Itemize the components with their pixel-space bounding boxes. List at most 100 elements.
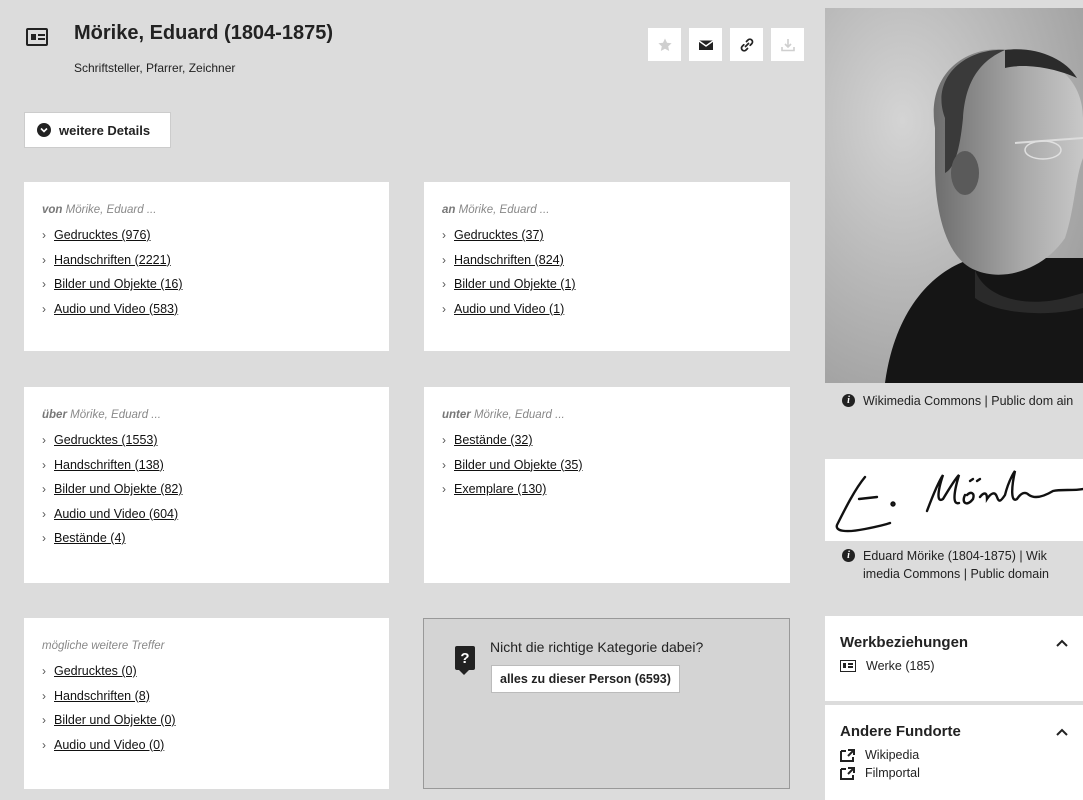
list-item[interactable]: › Handschriften (2221) bbox=[42, 253, 373, 268]
list-item[interactable]: › Bilder und Objekte (16) bbox=[42, 277, 373, 292]
category-link[interactable]: Bilder und Objekte (35) bbox=[454, 458, 583, 473]
signature-caption: i Eduard Mörike (1804-1875) | Wik imedia… bbox=[842, 547, 1082, 583]
link-icon bbox=[740, 37, 753, 52]
question-icon: ? bbox=[455, 646, 475, 675]
chevron-right-icon: › bbox=[42, 301, 46, 316]
list-item[interactable]: › Bilder und Objekte (1) bbox=[442, 277, 774, 292]
list-item[interactable]: › Bestände (4) bbox=[42, 531, 373, 546]
category-link[interactable]: Handschriften (2221) bbox=[54, 253, 171, 268]
category-link[interactable]: Bilder und Objekte (0) bbox=[54, 713, 176, 728]
category-link[interactable]: Handschriften (8) bbox=[54, 689, 150, 704]
category-link[interactable]: Bilder und Objekte (82) bbox=[54, 482, 183, 497]
chevron-right-icon: › bbox=[42, 713, 46, 727]
category-link[interactable]: Audio und Video (583) bbox=[54, 302, 178, 317]
category-link[interactable]: Bestände (4) bbox=[54, 531, 126, 546]
category-link[interactable]: Exemplare (130) bbox=[454, 482, 546, 497]
card-unter: unter Mörike, Eduard ... › Bestände (32) … bbox=[424, 387, 790, 583]
list-item[interactable]: › Audio und Video (0) bbox=[42, 738, 373, 753]
chevron-right-icon: › bbox=[42, 482, 46, 496]
chevron-right-icon: › bbox=[42, 252, 46, 267]
chevron-down-icon bbox=[37, 123, 51, 137]
list-item[interactable]: › Bilder und Objekte (0) bbox=[42, 713, 373, 728]
list-item[interactable]: › Bestände (32) bbox=[442, 433, 774, 448]
card-heading: von Mörike, Eduard ... bbox=[42, 204, 157, 216]
list-item[interactable]: › Handschriften (138) bbox=[42, 458, 373, 473]
card-heading: an Mörike, Eduard ... bbox=[442, 204, 550, 216]
info-icon[interactable]: i bbox=[842, 549, 855, 562]
chevron-right-icon: › bbox=[442, 301, 446, 316]
portrait-image[interactable] bbox=[825, 8, 1083, 383]
email-button[interactable] bbox=[689, 28, 722, 61]
chevron-right-icon: › bbox=[442, 482, 446, 496]
person-card-icon bbox=[840, 660, 856, 672]
wikipedia-link[interactable]: Wikipedia bbox=[840, 748, 1068, 762]
download-button[interactable] bbox=[771, 28, 804, 61]
download-icon bbox=[780, 38, 795, 51]
category-link[interactable]: Gedrucktes (976) bbox=[54, 228, 151, 243]
chevron-right-icon: › bbox=[442, 433, 446, 447]
werke-link[interactable]: Werke (185) bbox=[840, 659, 1068, 673]
card-heading: über Mörike, Eduard ... bbox=[42, 409, 161, 421]
category-link[interactable]: Audio und Video (0) bbox=[54, 738, 164, 753]
category-link[interactable]: Gedrucktes (0) bbox=[54, 664, 137, 679]
list-item[interactable]: › Handschriften (824) bbox=[442, 253, 774, 268]
main-content: Mörike, Eduard (1804-1875) Schriftstelle… bbox=[0, 0, 825, 800]
list-item[interactable]: › Bilder und Objekte (82) bbox=[42, 482, 373, 497]
chevron-right-icon: › bbox=[42, 277, 46, 291]
list-item[interactable]: › Audio und Video (1) bbox=[442, 302, 774, 317]
external-link-icon bbox=[840, 766, 855, 780]
star-icon bbox=[657, 38, 672, 51]
chevron-right-icon: › bbox=[42, 737, 46, 752]
chevron-right-icon: › bbox=[42, 228, 46, 242]
chevron-right-icon: › bbox=[442, 277, 446, 291]
list-item[interactable]: › Bilder und Objekte (35) bbox=[442, 458, 774, 473]
chevron-up-icon[interactable] bbox=[1056, 728, 1068, 736]
category-link[interactable]: Bestände (32) bbox=[454, 433, 533, 448]
page-subtitle: Schriftsteller, Pfarrer, Zeichner bbox=[74, 61, 236, 75]
sidebar: i Wikimedia Commons | Public dom ain i E… bbox=[825, 0, 1083, 800]
category-link[interactable]: Audio und Video (1) bbox=[454, 302, 564, 317]
category-link[interactable]: Handschriften (138) bbox=[54, 458, 164, 473]
fundorte-panel: Andere Fundorte Wikipedia Filmportal bbox=[825, 705, 1083, 800]
list-item[interactable]: › Exemplare (130) bbox=[442, 482, 774, 497]
category-link[interactable]: Gedrucktes (37) bbox=[454, 228, 544, 243]
chevron-right-icon: › bbox=[442, 457, 446, 472]
all-results-button[interactable]: alles zu dieser Person (6593) bbox=[491, 665, 680, 693]
envelope-icon bbox=[698, 39, 713, 50]
category-link[interactable]: Gedrucktes (1553) bbox=[54, 433, 158, 448]
person-card-icon bbox=[26, 28, 48, 46]
list-item[interactable]: › Audio und Video (604) bbox=[42, 507, 373, 522]
hint-text: Nicht die richtige Kategorie dabei? bbox=[490, 639, 704, 655]
more-details-label: weitere Details bbox=[59, 122, 151, 138]
category-link[interactable]: Handschriften (824) bbox=[454, 253, 564, 268]
page-title: Mörike, Eduard (1804-1875) bbox=[74, 22, 333, 44]
chevron-right-icon: › bbox=[42, 506, 46, 521]
list-item[interactable]: › Audio und Video (583) bbox=[42, 302, 373, 317]
list-item[interactable]: › Gedrucktes (37) bbox=[442, 228, 774, 243]
card-weitere-treffer: mögliche weitere Treffer › Gedrucktes (0)… bbox=[24, 618, 389, 789]
list-item[interactable]: › Gedrucktes (1553) bbox=[42, 433, 373, 448]
category-link[interactable]: Audio und Video (604) bbox=[54, 507, 178, 522]
signature-image[interactable] bbox=[825, 459, 1083, 541]
card-heading: mögliche weitere Treffer bbox=[42, 640, 165, 652]
info-icon[interactable]: i bbox=[842, 394, 855, 407]
chevron-right-icon: › bbox=[42, 531, 46, 545]
list-item[interactable]: › Gedrucktes (976) bbox=[42, 228, 373, 243]
favorite-button[interactable] bbox=[648, 28, 681, 61]
category-link[interactable]: Bilder und Objekte (16) bbox=[54, 277, 183, 292]
permalink-button[interactable] bbox=[730, 28, 763, 61]
portrait-caption: i Wikimedia Commons | Public dom ain bbox=[842, 392, 1082, 410]
card-ueber: über Mörike, Eduard ... › Gedrucktes (155… bbox=[24, 387, 389, 583]
chevron-right-icon: › bbox=[42, 664, 46, 678]
category-link[interactable]: Bilder und Objekte (1) bbox=[454, 277, 576, 292]
fundorte-header[interactable]: Andere Fundorte bbox=[840, 723, 1068, 740]
chevron-up-icon[interactable] bbox=[1056, 639, 1068, 647]
more-details-button[interactable]: weitere Details bbox=[24, 112, 171, 148]
list-item[interactable]: › Handschriften (8) bbox=[42, 689, 373, 704]
list-item[interactable]: › Gedrucktes (0) bbox=[42, 664, 373, 679]
card-heading: unter Mörike, Eduard ... bbox=[442, 409, 565, 421]
werkbeziehungen-header[interactable]: Werkbeziehungen bbox=[840, 634, 1068, 651]
werkbeziehungen-panel: Werkbeziehungen Werke (185) bbox=[825, 616, 1083, 701]
filmportal-link[interactable]: Filmportal bbox=[840, 766, 1068, 780]
card-von: von Mörike, Eduard ... › Gedrucktes (976)… bbox=[24, 182, 389, 351]
